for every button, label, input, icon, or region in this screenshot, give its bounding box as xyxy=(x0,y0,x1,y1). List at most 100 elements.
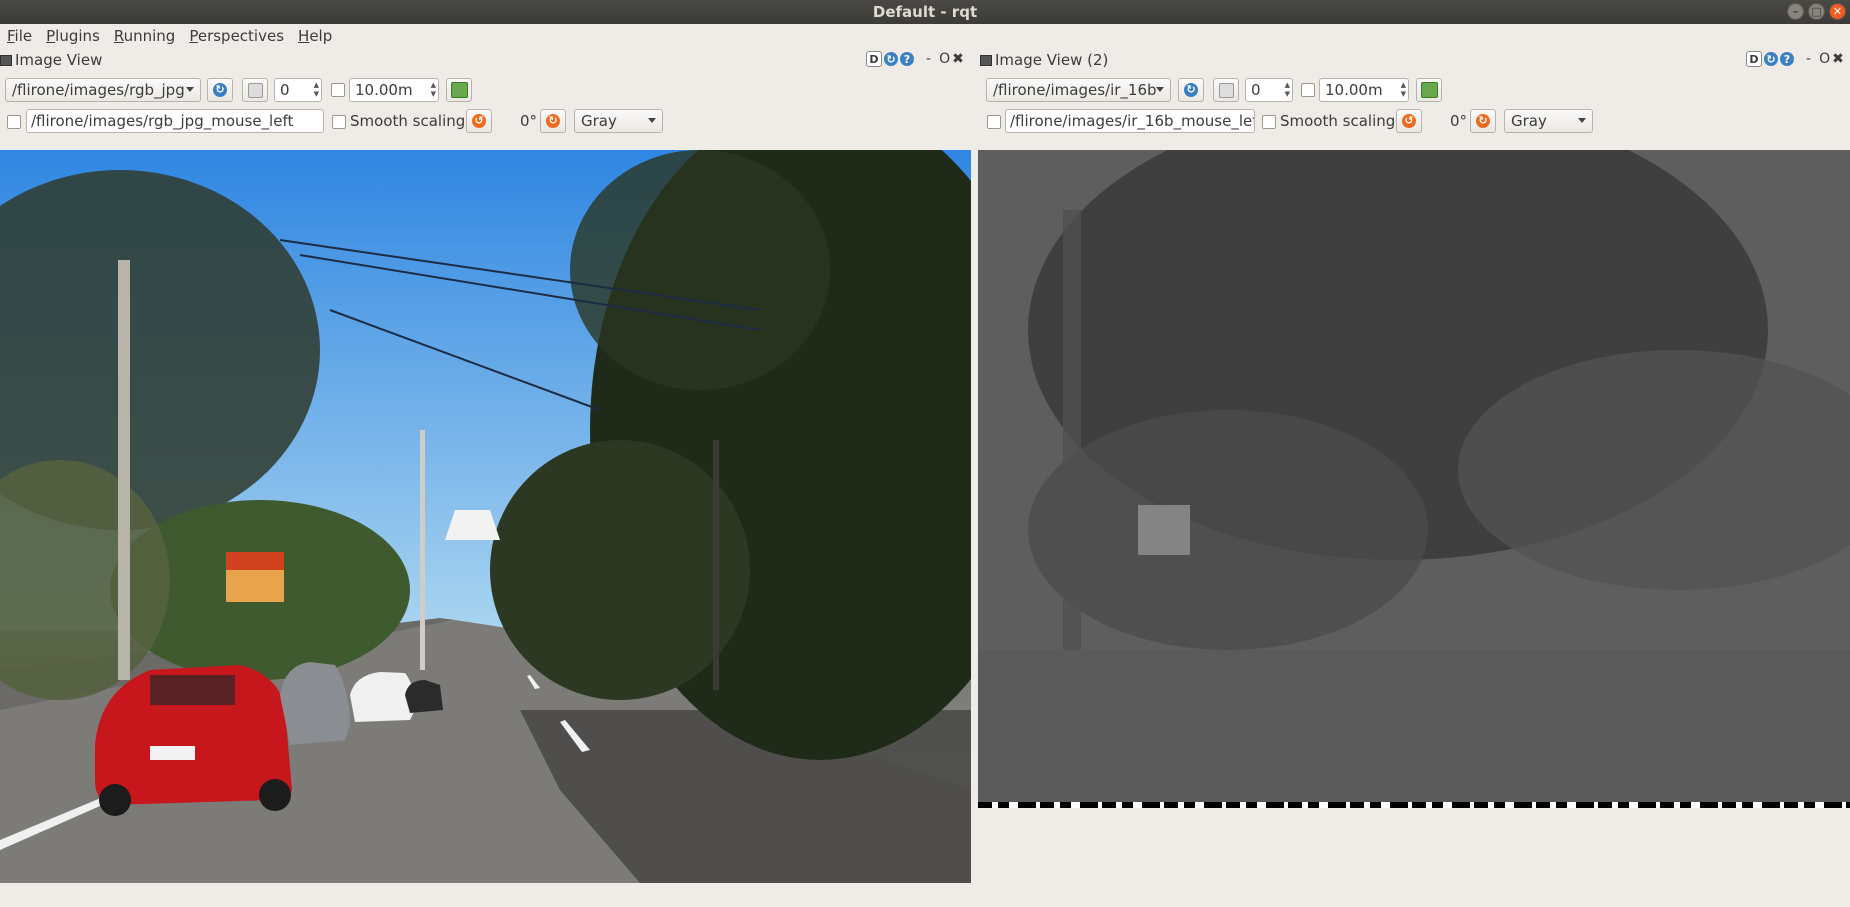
chevron-down-icon xyxy=(186,87,194,92)
panel-handle-icon[interactable] xyxy=(0,54,12,66)
menu-perspectives[interactable]: Perspectives xyxy=(182,27,291,45)
topic-value: /flirone/images/rgb_jpg xyxy=(12,81,185,99)
rotate-left-icon: ↺ xyxy=(472,114,486,128)
max-range-value: 10.00m xyxy=(355,81,413,99)
smooth-scaling-checkbox[interactable] xyxy=(332,115,346,129)
mouse-topic-field[interactable]: /flirone/images/ir_16b_mouse_left xyxy=(1005,109,1255,133)
reload-icon[interactable]: ↻ xyxy=(884,52,898,66)
smooth-scaling-label: Smooth scaling xyxy=(1280,112,1396,130)
panel-2-title-bar: Image View (2) xyxy=(980,50,1108,70)
menu-plugins[interactable]: Plugins xyxy=(39,27,107,45)
docked-toggle-button[interactable]: D xyxy=(866,51,882,67)
rotate-left-button[interactable]: ↺ xyxy=(466,109,492,133)
min-value-spinbox[interactable]: 0 ▲ ▼ xyxy=(274,78,322,102)
panel-minimize-button[interactable]: - xyxy=(926,51,931,67)
rotation-label: 0° xyxy=(520,112,538,130)
smooth-scaling-checkbox[interactable] xyxy=(1262,115,1276,129)
min-value-spinbox[interactable]: 0 ▲ ▼ xyxy=(1245,78,1293,102)
refresh-topics-button[interactable]: ↻ xyxy=(1178,78,1204,102)
smooth-scaling-label: Smooth scaling xyxy=(350,112,466,130)
rotate-right-button[interactable]: ↻ xyxy=(540,109,566,133)
panel-handle-icon[interactable] xyxy=(980,54,992,66)
save-icon xyxy=(1420,82,1438,98)
panel-float-button[interactable]: O xyxy=(1819,51,1830,67)
close-button[interactable]: ✕ xyxy=(1829,3,1846,20)
spin-arrows-icon[interactable]: ▲ ▼ xyxy=(431,81,436,99)
menu-file-label: ile xyxy=(14,27,33,45)
pause-button[interactable] xyxy=(1213,78,1239,102)
max-range-value: 10.00m xyxy=(1325,81,1383,99)
panel-2-title: Image View (2) xyxy=(995,51,1109,69)
spin-arrows-icon[interactable]: ▲ ▼ xyxy=(314,81,319,99)
menu-plugins-mnemonic: P xyxy=(46,27,56,45)
save-image-button[interactable] xyxy=(1416,78,1442,102)
publish-click-checkbox[interactable] xyxy=(7,115,21,129)
reload-icon[interactable]: ↻ xyxy=(1764,52,1778,66)
menu-file-mnemonic: F xyxy=(7,27,15,45)
window-title: Default - rqt xyxy=(872,3,978,21)
ir-image-view[interactable] xyxy=(978,150,1850,807)
menu-help-label: elp xyxy=(309,27,333,45)
menu-perspectives-label: erspectives xyxy=(197,27,285,45)
rotate-right-icon: ↻ xyxy=(1476,114,1490,128)
chevron-down-icon xyxy=(1156,87,1164,92)
panel-close-button[interactable]: ✖ xyxy=(1832,51,1844,67)
menu-bar: File Plugins Running Perspectives Help xyxy=(0,24,1850,48)
colormap-value: Gray xyxy=(1511,112,1547,130)
menu-help-mnemonic: H xyxy=(298,27,310,45)
refresh-icon: ↻ xyxy=(1184,83,1198,97)
menu-file[interactable]: File xyxy=(0,27,39,45)
help-icon[interactable]: ? xyxy=(1780,52,1794,66)
rotate-right-button[interactable]: ↻ xyxy=(1470,109,1496,133)
help-icon[interactable]: ? xyxy=(900,52,914,66)
save-icon xyxy=(450,82,468,98)
ir-image-noise-strip xyxy=(978,802,1850,808)
topic-value: /flirone/images/ir_16b xyxy=(993,81,1157,99)
min-value: 0 xyxy=(280,81,290,99)
rotate-left-button[interactable]: ↺ xyxy=(1396,109,1422,133)
rotate-right-icon: ↻ xyxy=(546,114,560,128)
rotation-label: 0° xyxy=(1450,112,1468,130)
topic-select[interactable]: /flirone/images/ir_16b xyxy=(986,78,1171,102)
topic-select[interactable]: /flirone/images/rgb_jpg xyxy=(5,78,201,102)
panel-1-title: Image View xyxy=(15,51,103,69)
mouse-topic-field[interactable]: /flirone/images/rgb_jpg_mouse_left xyxy=(26,109,324,133)
refresh-icon: ↻ xyxy=(213,83,227,97)
menu-running[interactable]: Running xyxy=(107,27,182,45)
dynamic-range-checkbox[interactable] xyxy=(331,83,345,97)
docked-toggle-button[interactable]: D xyxy=(1746,51,1762,67)
menu-perspectives-mnemonic: P xyxy=(189,27,198,45)
rotate-left-icon: ↺ xyxy=(1402,114,1416,128)
minimize-button[interactable]: – xyxy=(1787,3,1804,20)
refresh-topics-button[interactable]: ↻ xyxy=(207,78,233,102)
window-controls: – □ ✕ xyxy=(1787,3,1846,20)
colormap-select[interactable]: Gray xyxy=(1504,109,1593,133)
max-range-spinbox[interactable]: 10.00m ▲ ▼ xyxy=(349,78,439,102)
publish-click-checkbox[interactable] xyxy=(987,115,1001,129)
chevron-down-icon xyxy=(1578,118,1586,123)
max-range-spinbox[interactable]: 10.00m ▲ ▼ xyxy=(1319,78,1409,102)
colormap-select[interactable]: Gray xyxy=(574,109,663,133)
panel-float-button[interactable]: O xyxy=(939,51,950,67)
thermal-image xyxy=(978,150,1850,807)
pause-icon xyxy=(247,82,263,98)
spin-arrows-icon[interactable]: ▲ ▼ xyxy=(1285,81,1290,99)
menu-running-mnemonic: R xyxy=(113,27,124,45)
dynamic-range-checkbox[interactable] xyxy=(1301,83,1315,97)
menu-help[interactable]: Help xyxy=(291,27,339,45)
chevron-down-icon xyxy=(648,118,656,123)
pause-button[interactable] xyxy=(242,78,268,102)
mouse-topic-value: /flirone/images/ir_16b_mouse_left xyxy=(1010,112,1255,130)
maximize-button[interactable]: □ xyxy=(1808,3,1825,20)
rgb-image-view[interactable] xyxy=(0,150,971,883)
panel-minimize-button[interactable]: - xyxy=(1806,51,1811,67)
panel-close-button[interactable]: ✖ xyxy=(952,51,964,67)
spin-arrows-icon[interactable]: ▲ ▼ xyxy=(1401,81,1406,99)
colormap-value: Gray xyxy=(581,112,617,130)
panel-2-tools: D ↻ ? - O ✖ xyxy=(1746,51,1844,67)
save-image-button[interactable] xyxy=(446,78,472,102)
panel-1-tools: D ↻ ? - O ✖ xyxy=(866,51,964,67)
street-scene-image xyxy=(0,150,971,883)
window-title-bar: Default - rqt – □ ✕ xyxy=(0,0,1850,24)
min-value: 0 xyxy=(1251,81,1261,99)
